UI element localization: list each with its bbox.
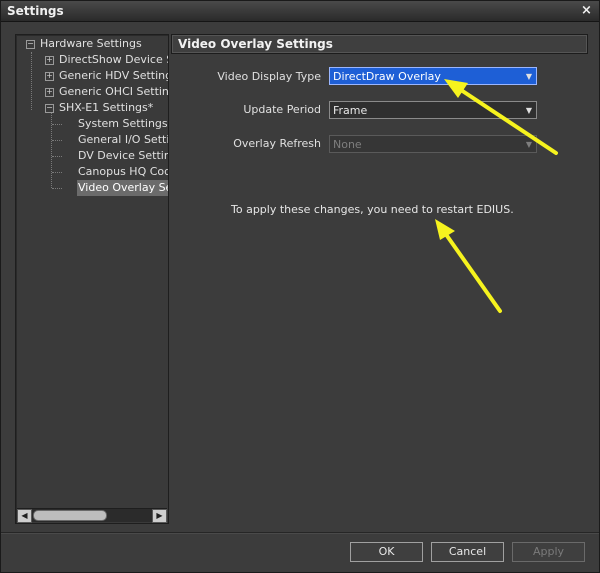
tree-connector bbox=[52, 140, 62, 141]
settings-window: Settings × − Hardware Settings + DirectS… bbox=[0, 0, 600, 573]
tree-item-label: System Settings bbox=[78, 117, 168, 130]
tree-connector bbox=[52, 188, 62, 189]
tree-item-label: Hardware Settings bbox=[40, 37, 142, 50]
collapse-icon[interactable]: − bbox=[45, 104, 54, 113]
video-display-type-label: Video Display Type bbox=[217, 70, 321, 83]
cancel-button[interactable]: Cancel bbox=[431, 542, 504, 562]
horizontal-scrollbar[interactable]: ◀ ▶ bbox=[17, 508, 167, 523]
apply-button: Apply bbox=[512, 542, 585, 562]
scroll-right-icon[interactable]: ▶ bbox=[152, 509, 167, 523]
video-display-type-select[interactable]: DirectDraw Overlay ▼ bbox=[329, 67, 537, 85]
tree-item-label: General I/O Settings bbox=[78, 133, 168, 146]
tree-item-label: Canopus HQ Codec bbox=[78, 165, 168, 178]
chevron-down-icon: ▼ bbox=[525, 140, 532, 149]
settings-tree[interactable]: − Hardware Settings + DirectShow Device … bbox=[15, 34, 169, 524]
tree-item-label: Generic OHCI Settings bbox=[59, 85, 168, 98]
tree-item-label: SHX-E1 Settings* bbox=[59, 101, 154, 114]
scrollbar-thumb[interactable] bbox=[33, 510, 107, 521]
tree-connector bbox=[52, 156, 62, 157]
expand-icon[interactable]: + bbox=[45, 56, 54, 65]
expand-icon[interactable]: + bbox=[45, 72, 54, 81]
close-button[interactable]: × bbox=[579, 3, 594, 18]
tree-connector bbox=[31, 52, 32, 110]
chevron-down-icon: ▼ bbox=[525, 106, 532, 115]
tree-item-label: DirectShow Device Settings bbox=[59, 53, 168, 66]
update-period-select[interactable]: Frame ▼ bbox=[329, 101, 537, 119]
tree-content: − Hardware Settings + DirectShow Device … bbox=[16, 35, 168, 505]
overlay-refresh-select: None ▼ bbox=[329, 135, 537, 153]
panel-header: Video Overlay Settings bbox=[171, 34, 588, 54]
settings-panel: Video Overlay Settings Video Display Typ… bbox=[171, 34, 588, 522]
title-bar: Settings × bbox=[1, 1, 599, 22]
tree-item-label: Generic HDV Settings bbox=[59, 69, 168, 82]
tree-connector bbox=[52, 124, 62, 125]
panel-title: Video Overlay Settings bbox=[178, 37, 333, 51]
tree-connector bbox=[51, 108, 52, 188]
tree-item-label: Video Overlay Settings bbox=[77, 180, 168, 196]
select-value: None bbox=[333, 138, 362, 151]
collapse-icon[interactable]: − bbox=[26, 40, 35, 49]
scroll-left-icon[interactable]: ◀ bbox=[17, 509, 32, 523]
overlay-refresh-label: Overlay Refresh bbox=[233, 137, 321, 150]
tree-connector bbox=[52, 172, 62, 173]
window-title: Settings bbox=[7, 4, 64, 18]
footer-divider bbox=[1, 532, 599, 533]
update-period-label: Update Period bbox=[243, 103, 321, 116]
select-value: Frame bbox=[333, 104, 368, 117]
chevron-down-icon: ▼ bbox=[525, 72, 532, 81]
tree-item-label: DV Device Settings bbox=[78, 149, 168, 162]
select-value: DirectDraw Overlay bbox=[333, 70, 441, 83]
ok-button[interactable]: OK bbox=[350, 542, 423, 562]
expand-icon[interactable]: + bbox=[45, 88, 54, 97]
restart-notice: To apply these changes, you need to rest… bbox=[231, 203, 514, 216]
